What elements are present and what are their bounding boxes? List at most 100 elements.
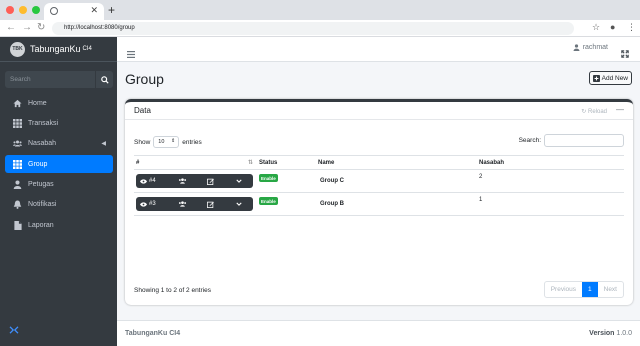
fullscreen-icon[interactable] <box>621 45 629 63</box>
chevron-down-icon <box>236 179 242 183</box>
back-icon[interactable]: ← <box>6 22 16 33</box>
nasabah-count: 2 <box>479 174 483 180</box>
reload-icon[interactable]: ↻ <box>37 22 45 33</box>
footer: TabunganKu CI4 Version 1.0.0 <box>117 320 640 346</box>
table-search: Search: <box>519 134 624 147</box>
page-length-control: Show 10 ⇕ entries <box>134 136 202 148</box>
table-row: #4 Enable Group C 2 <box>134 169 624 193</box>
sidebar-item-transaksi[interactable]: Transaksi <box>5 114 113 132</box>
sidebar-item-label: Notifikasi <box>28 201 57 209</box>
sidebar: TBK TabunganKu CI4 Home Transaksi Nasaba… <box>0 37 117 346</box>
table-search-input[interactable] <box>544 134 624 147</box>
page-title: Group <box>125 71 164 87</box>
home-icon <box>13 99 22 108</box>
bookmark-star-icon[interactable]: ☆ <box>592 22 600 33</box>
dropdown-button[interactable] <box>225 174 253 188</box>
view-button[interactable]: #4 <box>136 174 168 188</box>
search-label: Search: <box>518 137 541 144</box>
user-menu[interactable]: rachmat <box>573 44 608 51</box>
sidebar-search-input[interactable] <box>5 71 95 88</box>
row-action-group: #3 <box>136 197 253 211</box>
page-1-button[interactable]: 1 <box>582 282 598 297</box>
table-header-row: # ⇅ Status Name Nasabah <box>134 155 624 170</box>
group-name: Group C <box>320 178 344 184</box>
tab-close-icon[interactable]: ✕ <box>90 5 98 16</box>
version-label: Version <box>589 330 615 337</box>
browser-menu-icon[interactable]: ⋮ <box>627 22 636 33</box>
edit-icon <box>207 178 214 185</box>
browser-tab[interactable]: ✕ <box>44 3 104 20</box>
url-field[interactable]: http://localhost:8080/group <box>52 22 574 35</box>
reload-label: Reload <box>587 109 607 115</box>
favicon-icon <box>50 7 58 15</box>
sidebar-item-label: Group <box>28 160 48 168</box>
view-button[interactable]: #3 <box>136 197 168 211</box>
sidebar-item-petugas[interactable]: Petugas <box>5 176 113 194</box>
brand-link[interactable]: TBK TabunganKu CI4 <box>0 37 117 62</box>
next-page-button[interactable]: Next <box>598 282 623 297</box>
user-icon <box>573 44 580 51</box>
caret-left-icon: ◀ <box>101 140 106 147</box>
table-info: Showing 1 to 2 of 2 entries <box>134 287 211 294</box>
edit-button[interactable] <box>197 174 225 188</box>
sidebar-item-home[interactable]: Home <box>5 94 113 112</box>
window-controls <box>6 6 40 14</box>
page-length-select[interactable]: 10 ⇕ <box>153 136 180 148</box>
user-icon <box>13 180 22 190</box>
group-name: Group B <box>320 201 344 207</box>
sidebar-item-label: Transaksi <box>28 119 59 127</box>
address-bar: ← → ↻ http://localhost:8080/group ☆ ● ⋮ <box>0 20 640 37</box>
members-button[interactable] <box>168 174 196 188</box>
users-icon <box>178 201 186 207</box>
edit-button[interactable] <box>197 197 225 211</box>
data-card: Data ↻ Reload — Show 10 ⇕ entries Search:… <box>125 99 633 305</box>
sidebar-search-button[interactable] <box>95 71 113 88</box>
sidebar-item-label: Home <box>28 99 47 107</box>
maximize-window-button[interactable] <box>32 6 40 14</box>
sidebar-search <box>5 71 113 88</box>
nasabah-count: 1 <box>479 197 483 203</box>
pagination: Previous 1 Next <box>543 281 624 298</box>
members-button[interactable] <box>168 197 196 211</box>
add-new-button[interactable]: Add New <box>588 71 632 85</box>
sidebar-item-group[interactable]: Group <box>5 155 113 174</box>
minimize-window-button[interactable] <box>19 6 27 14</box>
sort-icon: ⇅ <box>247 160 253 166</box>
forward-icon[interactable]: → <box>22 22 32 33</box>
sidebar-item-laporan[interactable]: Laporan <box>5 216 113 234</box>
entries-label: entries <box>182 138 202 146</box>
close-window-button[interactable] <box>6 6 14 14</box>
reload-icon: ↻ <box>581 109 588 115</box>
reload-button[interactable]: ↻ Reload <box>581 108 607 115</box>
status-badge: Enable <box>259 174 278 182</box>
users-icon <box>178 178 186 184</box>
grid-icon <box>13 118 22 128</box>
group-table: # ⇅ Status Name Nasabah #4 Enable Group … <box>134 155 624 216</box>
dropdown-button[interactable] <box>225 197 253 211</box>
new-tab-button[interactable]: + <box>108 3 115 17</box>
status-badge: Enable <box>259 197 278 205</box>
footer-version: Version 1.0.0 <box>589 330 632 337</box>
page-length-value: 10 <box>158 139 165 145</box>
column-header-id[interactable]: # ⇅ <box>134 155 257 170</box>
sidebar-item-notifikasi[interactable]: Notifikasi <box>5 196 113 214</box>
eye-icon <box>140 201 147 207</box>
sidebar-item-nasabah[interactable]: Nasabah ◀ <box>5 135 113 153</box>
edit-icon <box>207 201 214 208</box>
previous-page-button[interactable]: Previous <box>545 282 582 297</box>
hamburger-menu-icon[interactable] <box>127 45 135 63</box>
profile-icon[interactable]: ● <box>610 22 615 32</box>
chevron-down-icon <box>236 202 242 206</box>
sidebar-item-label: Laporan <box>28 221 54 229</box>
row-id: #4 <box>149 178 156 184</box>
collapse-arrows-icon[interactable] <box>9 326 19 336</box>
column-header-name: Name <box>316 155 477 170</box>
collapse-card-button[interactable]: — <box>616 105 624 114</box>
browser-tab-bar: ✕ + <box>0 0 640 20</box>
show-label: Show <box>134 138 151 146</box>
select-arrows-icon: ⇕ <box>171 138 176 144</box>
brand-suffix: CI4 <box>82 46 92 52</box>
content-wrapper: Group Add New Data ↻ Reload — Show 10 ⇕ e… <box>117 62 640 320</box>
add-new-label: Add New <box>601 74 628 82</box>
grid-icon <box>13 159 22 169</box>
